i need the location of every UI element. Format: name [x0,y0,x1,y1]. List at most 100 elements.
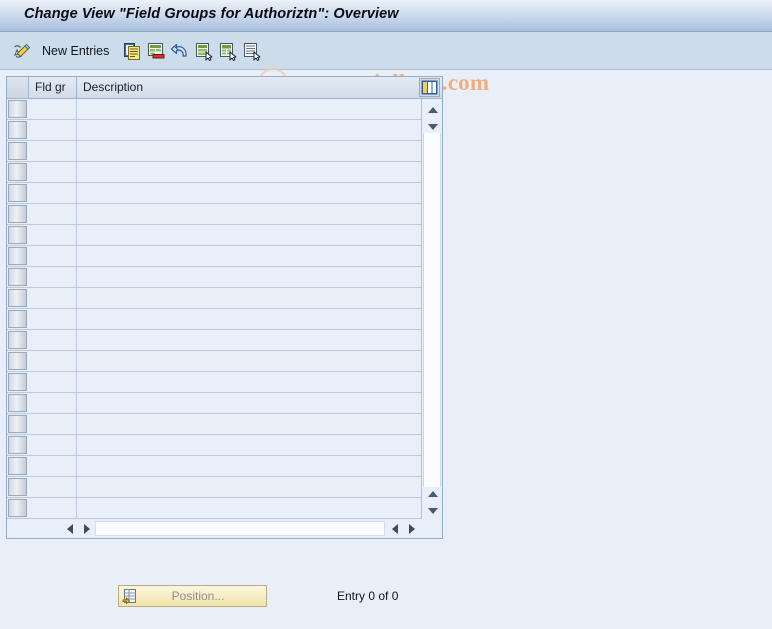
cell-fld-gr[interactable] [29,204,77,224]
cell-fld-gr[interactable] [29,351,77,371]
cell-description[interactable] [77,456,420,476]
cell-description[interactable] [77,99,420,119]
cell-fld-gr[interactable] [29,288,77,308]
cell-fld-gr[interactable] [29,183,77,203]
table-row[interactable] [7,162,421,183]
table-vertical-scrollbar[interactable] [421,99,442,519]
row-select-button[interactable] [8,205,27,223]
cell-fld-gr[interactable] [29,225,77,245]
table-header-fld-gr[interactable]: Fld gr [29,77,77,98]
table-row[interactable] [7,246,421,267]
table-row[interactable] [7,99,421,120]
row-select-button[interactable] [8,100,27,118]
cell-fld-gr[interactable] [29,246,77,266]
cell-description[interactable] [77,204,420,224]
table-row[interactable] [7,477,421,498]
table-row[interactable] [7,330,421,351]
table-row[interactable] [7,204,421,225]
table-row[interactable] [7,183,421,204]
scroll-right-far-icon[interactable] [403,521,420,536]
cell-description[interactable] [77,351,420,371]
scroll-left-far-icon[interactable] [386,521,403,536]
cell-fld-gr[interactable] [29,120,77,140]
cell-description[interactable] [77,435,420,455]
table-row[interactable] [7,225,421,246]
row-select-button[interactable] [8,289,27,307]
row-select-button[interactable] [8,478,27,496]
cell-description[interactable] [77,120,420,140]
table-row[interactable] [7,498,421,519]
row-select-button[interactable] [8,331,27,349]
table-row[interactable] [7,435,421,456]
scroll-up-icon[interactable] [423,101,442,118]
cell-fld-gr[interactable] [29,309,77,329]
table-header-description[interactable]: Description [77,77,420,98]
row-select-button[interactable] [8,373,27,391]
cell-description[interactable] [77,141,420,161]
table-horizontal-scrollbar[interactable] [7,519,442,538]
row-select-button[interactable] [8,352,27,370]
table-settings-icon[interactable] [419,78,440,97]
new-entries-button[interactable]: New Entries [42,44,109,58]
cell-fld-gr[interactable] [29,141,77,161]
row-select-button[interactable] [8,436,27,454]
row-select-button[interactable] [8,247,27,265]
table-row[interactable] [7,141,421,162]
cell-description[interactable] [77,372,420,392]
table-row[interactable] [7,456,421,477]
table-row[interactable] [7,372,421,393]
delete-entry-button[interactable] [146,38,166,64]
cell-description[interactable] [77,288,420,308]
cell-description[interactable] [77,477,420,497]
row-select-button[interactable] [8,142,27,160]
table-row[interactable] [7,393,421,414]
table-row[interactable] [7,414,421,435]
row-select-button[interactable] [8,184,27,202]
row-select-button[interactable] [8,310,27,328]
cell-description[interactable] [77,309,420,329]
cell-description[interactable] [77,225,420,245]
cell-fld-gr[interactable] [29,330,77,350]
table-row[interactable] [7,309,421,330]
cell-fld-gr[interactable] [29,393,77,413]
row-select-button[interactable] [8,457,27,475]
copy-as-button[interactable] [122,38,142,64]
cell-fld-gr[interactable] [29,162,77,182]
scroll-right-icon[interactable] [78,521,95,536]
table-row[interactable] [7,351,421,372]
scroll-up-bottom-icon[interactable] [423,485,442,502]
table-row[interactable] [7,267,421,288]
row-select-button[interactable] [8,226,27,244]
position-button[interactable]: Position... [118,585,267,607]
cell-description[interactable] [77,414,420,434]
row-select-button[interactable] [8,268,27,286]
select-all-button[interactable] [194,38,214,64]
cell-fld-gr[interactable] [29,435,77,455]
vertical-scroll-track[interactable] [423,133,441,487]
cell-description[interactable] [77,162,420,182]
cell-fld-gr[interactable] [29,372,77,392]
undo-change-button[interactable] [170,38,190,64]
cell-fld-gr[interactable] [29,267,77,287]
cell-fld-gr[interactable] [29,477,77,497]
row-select-button[interactable] [8,163,27,181]
scroll-down-bottom-icon[interactable] [423,502,442,519]
cell-fld-gr[interactable] [29,498,77,518]
cell-fld-gr[interactable] [29,456,77,476]
cell-description[interactable] [77,498,420,518]
table-row[interactable] [7,288,421,309]
cell-fld-gr[interactable] [29,414,77,434]
row-select-button[interactable] [8,121,27,139]
select-block-button[interactable] [242,38,262,64]
cell-description[interactable] [77,267,420,287]
row-select-button[interactable] [8,394,27,412]
scroll-left-icon[interactable] [61,521,78,536]
horizontal-scroll-track[interactable] [95,521,385,536]
row-select-button[interactable] [8,415,27,433]
display-change-button[interactable] [12,38,32,64]
table-header-select-column[interactable] [7,77,29,98]
table-row[interactable] [7,120,421,141]
cell-description[interactable] [77,246,420,266]
cell-description[interactable] [77,330,420,350]
row-select-button[interactable] [8,499,27,517]
